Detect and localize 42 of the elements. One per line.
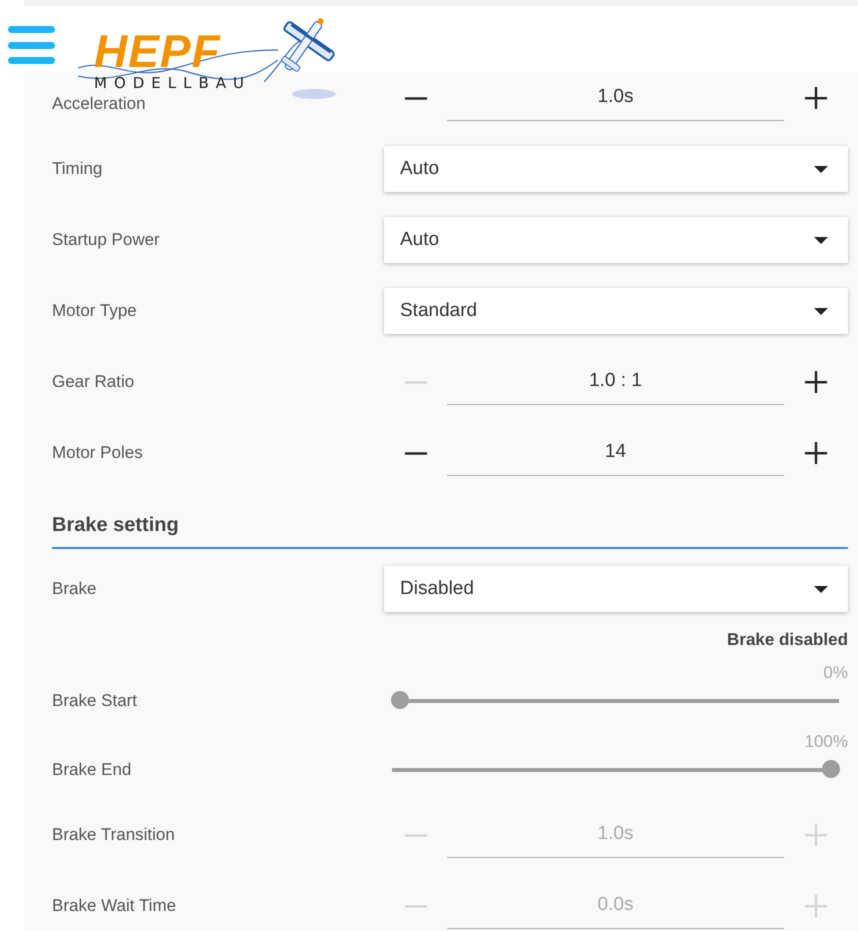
caret-icon	[814, 308, 828, 314]
minus-icon	[404, 452, 426, 454]
slider-reading: 100%	[804, 732, 848, 752]
section-heading: Brake setting	[52, 513, 180, 538]
setting-label: Brake	[52, 579, 96, 599]
value-field[interactable]: 14	[447, 428, 784, 476]
minus-icon	[404, 380, 426, 384]
setting-label: Acceleration	[52, 94, 146, 114]
value-field[interactable]: 1.0s	[447, 74, 784, 120]
setting-label: Motor Poles	[52, 443, 143, 463]
caret-icon	[814, 166, 828, 172]
setting-label: Gear Ratio	[52, 372, 134, 392]
logo-subtitle: MODELLBAU	[94, 76, 252, 91]
caret-icon	[814, 236, 828, 244]
slider-reading: 0%	[823, 663, 848, 683]
menu-button[interactable]	[8, 26, 55, 64]
plus-button[interactable]	[805, 371, 827, 393]
setting-label: Brake End	[52, 760, 132, 780]
value-field[interactable]: 1.0 : 1	[447, 358, 784, 404]
dropdown[interactable]: Auto	[384, 217, 848, 263]
plus-icon	[805, 87, 827, 109]
plus-icon	[805, 895, 827, 917]
setting-label: Brake Wait Time	[52, 896, 176, 916]
setting-label: Brake Transition	[52, 825, 175, 845]
plus-button[interactable]	[805, 87, 827, 109]
minus-icon	[404, 834, 426, 836]
setting-label: Timing	[52, 159, 102, 179]
plus-button[interactable]	[805, 442, 827, 464]
setting-label: Startup Power	[52, 230, 160, 250]
dropdown[interactable]: Disabled	[384, 566, 848, 612]
plus-icon	[805, 442, 827, 464]
setting-label: Brake Start	[52, 691, 138, 711]
dropdown[interactable]: Standard	[384, 288, 848, 334]
setting-label: Motor Type	[52, 301, 137, 321]
caret-icon	[814, 586, 828, 592]
plus-icon	[805, 824, 827, 846]
plus-icon	[805, 371, 827, 393]
dropdown[interactable]: Auto	[384, 146, 848, 192]
minus-icon	[404, 904, 426, 908]
logo-title: HEPF	[94, 28, 221, 74]
status-note: Brake disabled	[727, 630, 848, 650]
minus-icon	[404, 96, 426, 100]
